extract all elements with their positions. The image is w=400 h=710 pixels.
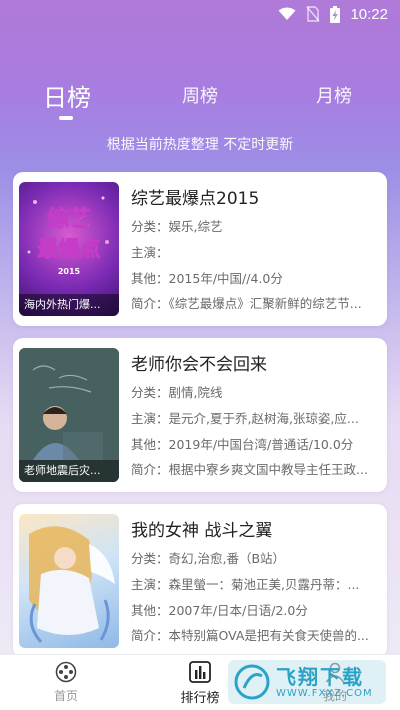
other-value: 2007年/日本/日语/2.0分 — [168, 603, 308, 618]
other-label: 其他： — [131, 603, 169, 618]
film-reel-icon — [55, 661, 77, 683]
cast-value: 森里螢一：菊池正美,贝露丹蒂：... — [168, 577, 360, 592]
category-label: 分类： — [131, 551, 169, 566]
poster-title-line1: 综艺 — [47, 206, 91, 232]
tab-daily[interactable]: 日榜 — [41, 78, 93, 113]
category-value: 娱乐,综艺 — [168, 219, 223, 234]
ranking-subtitle: 根据当前热度整理 不定时更新 — [106, 137, 294, 153]
tab-monthly[interactable]: 月榜 — [312, 82, 356, 108]
summary-label: 简介： — [131, 462, 169, 477]
summary-row: 简介：根据中寮乡爽文国中教导主任王政... — [131, 459, 379, 478]
category-row: 分类：娱乐,综艺 — [131, 216, 379, 235]
category-value: 奇幻,治愈,番（B站） — [168, 551, 286, 566]
cast-value: 是元介,夏于乔,赵树海,张琼姿,应... — [168, 411, 359, 426]
category-row: 分类：剧情,院线 — [131, 382, 379, 401]
status-bar: 10:22 — [0, 0, 400, 28]
nav-home-label: 首页 — [53, 689, 78, 703]
summary-label: 简介： — [131, 628, 169, 643]
cast-label: 主演： — [131, 411, 169, 426]
cast-row: 主演： — [131, 242, 379, 261]
card-title[interactable]: 我的女神 战斗之翼 — [131, 516, 377, 541]
ranking-tabs: 日榜 周榜 月榜 — [0, 82, 400, 126]
bar-chart-icon — [189, 661, 211, 683]
summary-row: 简介：《综艺最爆点》汇聚新鲜的综艺节... — [131, 293, 379, 312]
site-watermark: 飞翔下载 WWW.FXXZ.COM — [228, 660, 386, 704]
other-label: 其他： — [131, 437, 169, 452]
summary-value: 根据中寮乡爽文国中教导主任王政... — [168, 462, 368, 477]
active-tab-indicator — [59, 116, 73, 120]
other-row: 其他：2015年/中国//4.0分 — [131, 268, 379, 287]
poster-image[interactable] — [19, 514, 119, 648]
category-value: 剧情,院线 — [168, 385, 223, 400]
poster-caption: 老师地震后灾... — [19, 460, 119, 482]
ranking-card[interactable]: 我的女神 战斗之翼 分类：奇幻,治愈,番（B站） 主演：森里螢一：菊池正美,贝露… — [13, 504, 387, 658]
poster-title-line2: 最爆点 — [38, 237, 101, 261]
tab-weekly[interactable]: 周榜 — [178, 82, 222, 108]
poster-image[interactable]: 综艺 最爆点 2015 海内外热门爆... — [19, 182, 119, 316]
poster-art — [29, 526, 115, 643]
card-title[interactable]: 综艺最爆点2015 — [131, 184, 377, 209]
no-sim-icon — [306, 6, 320, 22]
summary-label: 简介： — [131, 296, 169, 311]
summary-value: 本特别篇OVA是把有关食天使兽的... — [168, 628, 369, 643]
wifi-icon — [278, 7, 296, 20]
card-title[interactable]: 老师你会不会回来 — [131, 350, 377, 375]
other-value: 2015年/中国//4.0分 — [168, 271, 283, 286]
other-row: 其他：2007年/日本/日语/2.0分 — [131, 600, 379, 619]
ranking-card[interactable]: 综艺 最爆点 2015 海内外热门爆... 综艺最爆点2015 分类：娱乐,综艺… — [13, 172, 387, 326]
cast-label: 主演： — [131, 577, 169, 592]
poster-image[interactable]: 老师地震后灾... — [19, 348, 119, 482]
category-label: 分类： — [131, 219, 169, 234]
summary-row: 简介：本特别篇OVA是把有关食天使兽的... — [131, 625, 379, 644]
other-row: 其他：2019年/中国台湾/普通话/10.0分 — [131, 434, 379, 453]
other-label: 其他： — [131, 271, 169, 286]
battery-charging-icon — [330, 5, 341, 23]
category-row: 分类：奇幻,治愈,番（B站） — [131, 548, 379, 567]
poster-caption: 海内外热门爆... — [19, 294, 119, 316]
category-label: 分类： — [131, 385, 169, 400]
watermark-text: 飞翔下载 — [276, 664, 364, 689]
summary-value: 《综艺最爆点》汇聚新鲜的综艺节... — [168, 296, 362, 311]
status-time: 10:22 — [350, 5, 388, 23]
cast-row: 主演：是元介,夏于乔,赵树海,张琼姿,应... — [131, 408, 379, 427]
cast-label: 主演： — [131, 245, 169, 260]
cast-row: 主演：森里螢一：菊池正美,贝露丹蒂：... — [131, 574, 379, 593]
poster-year: 2015 — [58, 267, 81, 276]
other-value: 2019年/中国台湾/普通话/10.0分 — [168, 437, 354, 452]
ranking-card[interactable]: 老师地震后灾... 老师你会不会回来 分类：剧情,院线 主演：是元介,夏于乔,赵… — [13, 338, 387, 492]
nav-home[interactable]: 首页 — [21, 661, 111, 704]
watermark-url: WWW.FXXZ.COM — [276, 687, 373, 699]
watermark-logo-icon — [234, 664, 270, 700]
